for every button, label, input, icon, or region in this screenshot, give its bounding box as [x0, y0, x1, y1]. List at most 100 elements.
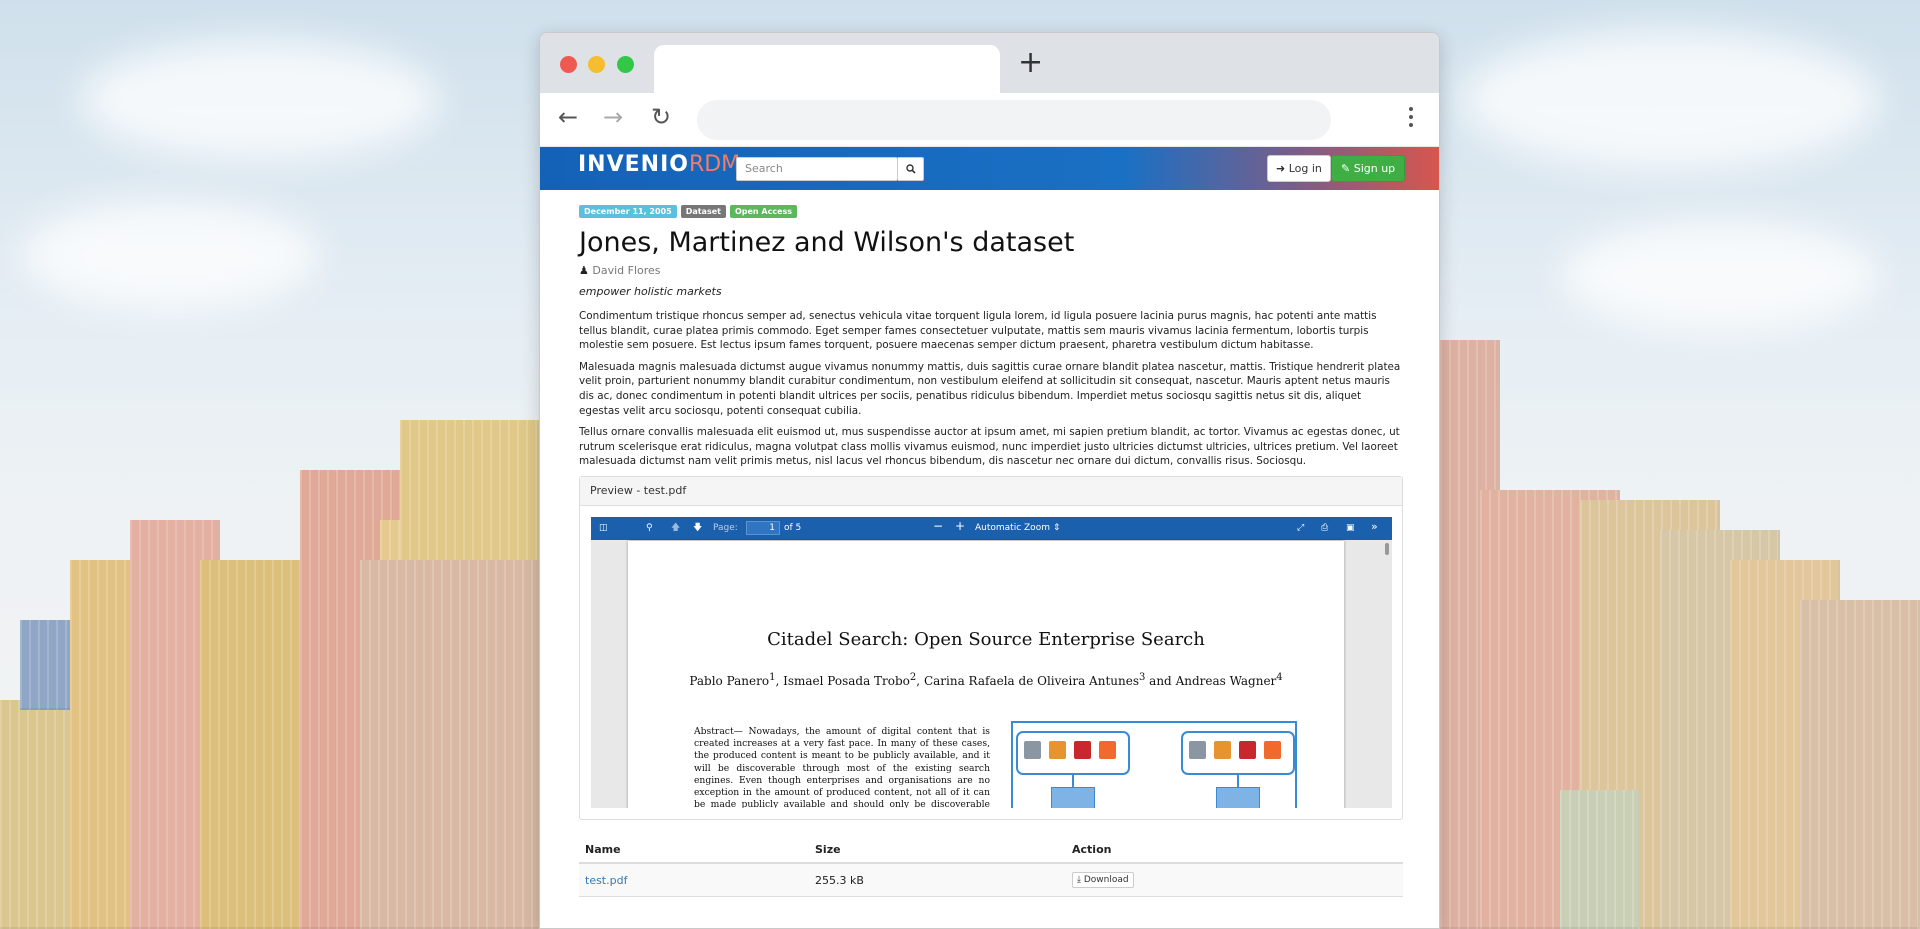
figure-cluster-left	[1016, 731, 1130, 775]
browser-toolbar: ← → ↻	[540, 93, 1439, 147]
preview-panel: Preview - test.pdf ◫ ⚲ 🡅 🡇 Page: 1 of 5 …	[579, 476, 1403, 820]
web-page: INVENIORDM Search ➜ Log in ✎ Sign up Dec…	[540, 147, 1439, 928]
figure-search-node	[1216, 787, 1260, 808]
table-row: test.pdf 255.3 kB ⤓ Download	[579, 863, 1403, 897]
download-button[interactable]: ⤓ Download	[1072, 872, 1134, 888]
creator-name[interactable]: David Flores	[592, 264, 660, 277]
fullscreen-icon[interactable]: ⤢	[1297, 522, 1304, 534]
cache-icon	[1074, 741, 1091, 759]
sidebar-toggle-icon[interactable]: ◫	[599, 522, 608, 534]
description-paragraph: Tellus ornare convallis malesuada elit e…	[579, 426, 1400, 468]
user-icon: ♟	[579, 264, 589, 277]
pdf-author: Carina Rafaela de Oliveira Antunes	[923, 674, 1139, 688]
container-stack-right	[1440, 0, 1920, 929]
column-action: Action	[1066, 837, 1403, 864]
preview-heading: Preview - test.pdf	[580, 477, 1402, 506]
database-icon	[1189, 741, 1206, 759]
file-link[interactable]: test.pdf	[585, 874, 627, 887]
reload-icon[interactable]: ↻	[651, 105, 671, 129]
record-title: Jones, Martinez and Wilson's dataset	[579, 227, 1075, 258]
new-tab-plus-icon[interactable]: +	[1018, 48, 1043, 78]
pdf-authors: Pablo Panero1, Ismael Posada Trobo2, Car…	[689, 672, 1283, 688]
download-label: Download	[1083, 875, 1129, 885]
browser-menu-icon[interactable]	[1409, 107, 1413, 131]
pdf-author: Andreas Wagner	[1175, 674, 1277, 688]
browser-window: + ← → ↻ INVENIORDM Search ➜ Log in ✎ Sig…	[539, 32, 1440, 929]
record-content: December 11, 2005 Dataset Open Access Jo…	[579, 205, 1403, 897]
pdf-title: Citadel Search: Open Source Enterprise S…	[767, 629, 1205, 650]
signup-button[interactable]: ✎ Sign up	[1331, 155, 1406, 182]
pdf-architecture-figure	[1011, 721, 1297, 808]
access-badge: Open Access	[729, 205, 798, 218]
page-total: of 5	[784, 523, 802, 533]
description-paragraph: Condimentum tristique rhoncus semper ad,…	[579, 310, 1377, 352]
login-icon: ➜	[1276, 162, 1286, 175]
tools-menu-icon[interactable]: »	[1371, 521, 1378, 533]
next-page-icon[interactable]: 🡇	[693, 522, 702, 534]
files-table-header: Name Size Action	[579, 837, 1403, 864]
cache-icon	[1239, 741, 1256, 759]
pdf-author: Ismael Posada Trobo	[783, 674, 910, 688]
database-icon	[1024, 741, 1041, 759]
page-label: Page:	[713, 523, 738, 533]
logo-text-rdm: RDM	[688, 152, 741, 177]
tab-bar: +	[540, 33, 1439, 93]
figure-arrow	[1072, 775, 1074, 787]
author-affiliation: 3	[1138, 672, 1146, 683]
pdf-page: Citadel Search: Open Source Enterprise S…	[628, 541, 1344, 808]
service-icon	[1049, 741, 1066, 759]
invenio-rdm-logo[interactable]: INVENIORDM	[578, 152, 740, 177]
zoom-out-icon[interactable]: −	[933, 520, 943, 532]
description-paragraph: Malesuada magnis malesuada dictumst augu…	[579, 360, 1401, 417]
print-icon[interactable]: ⎙	[1321, 522, 1328, 534]
site-header: INVENIORDM Search ➜ Log in ✎ Sign up	[540, 147, 1439, 190]
download-arrow-icon: ⤓	[1077, 875, 1081, 885]
search-button[interactable]	[898, 157, 924, 181]
column-size: Size	[809, 837, 1066, 864]
pdf-viewer[interactable]: ◫ ⚲ 🡅 🡇 Page: 1 of 5 − + Automatic Zoom …	[591, 517, 1392, 808]
page-number-input[interactable]: 1	[746, 521, 780, 535]
minimize-window-button[interactable]	[588, 56, 605, 73]
edit-icon: ✎	[1341, 162, 1351, 175]
record-badges: December 11, 2005 Dataset Open Access	[579, 205, 1403, 218]
author-affiliation: 4	[1276, 672, 1283, 683]
queue-icon	[1264, 741, 1281, 759]
figure-cluster-right	[1181, 731, 1295, 775]
maximize-window-button[interactable]	[617, 56, 634, 73]
previous-page-icon[interactable]: 🡅	[671, 522, 680, 534]
address-bar[interactable]	[697, 100, 1331, 140]
pdf-viewer-toolbar: ◫ ⚲ 🡅 🡇 Page: 1 of 5 − + Automatic Zoom …	[591, 517, 1392, 540]
viewer-scrollbar[interactable]	[1385, 543, 1389, 555]
publication-date-badge: December 11, 2005	[579, 205, 677, 218]
container-stack-left	[0, 0, 540, 929]
creator-line: ♟ David Flores	[579, 264, 1403, 277]
figure-search-node	[1051, 787, 1095, 808]
queue-icon	[1099, 741, 1116, 759]
download-icon[interactable]: ▣	[1346, 522, 1355, 534]
back-arrow-icon[interactable]: ←	[558, 105, 578, 129]
search-icon	[905, 164, 916, 174]
select-arrows-icon: ⇕	[1052, 523, 1061, 533]
record-description: Condimentum tristique rhoncus semper ad,…	[579, 309, 1403, 469]
logo-text-main: INVENIO	[578, 152, 689, 177]
login-button[interactable]: ➜ Log in	[1267, 155, 1331, 182]
zoom-in-icon[interactable]: +	[955, 520, 965, 532]
close-window-button[interactable]	[560, 56, 577, 73]
author-affiliation: 2	[909, 672, 917, 683]
record-subtitle: empower holistic markets	[579, 285, 722, 298]
browser-tab-active[interactable]	[654, 45, 1000, 93]
figure-arrow	[1237, 775, 1239, 787]
service-icon	[1214, 741, 1231, 759]
resource-type-badge: Dataset	[680, 205, 726, 218]
signup-label: Sign up	[1353, 162, 1396, 175]
zoom-select-value: Automatic Zoom	[975, 523, 1050, 533]
forward-arrow-icon[interactable]: →	[603, 105, 623, 129]
find-icon[interactable]: ⚲	[646, 522, 653, 534]
zoom-select[interactable]: Automatic Zoom ⇕	[975, 521, 1060, 535]
pdf-abstract: Abstract— Nowadays, the amount of digita…	[694, 726, 990, 808]
column-name: Name	[579, 837, 809, 864]
search-input[interactable]: Search	[736, 157, 898, 181]
author-affiliation: 1	[769, 672, 776, 683]
files-table: Name Size Action test.pdf 255.3 kB ⤓ Dow…	[579, 837, 1403, 897]
login-label: Log in	[1288, 162, 1322, 175]
